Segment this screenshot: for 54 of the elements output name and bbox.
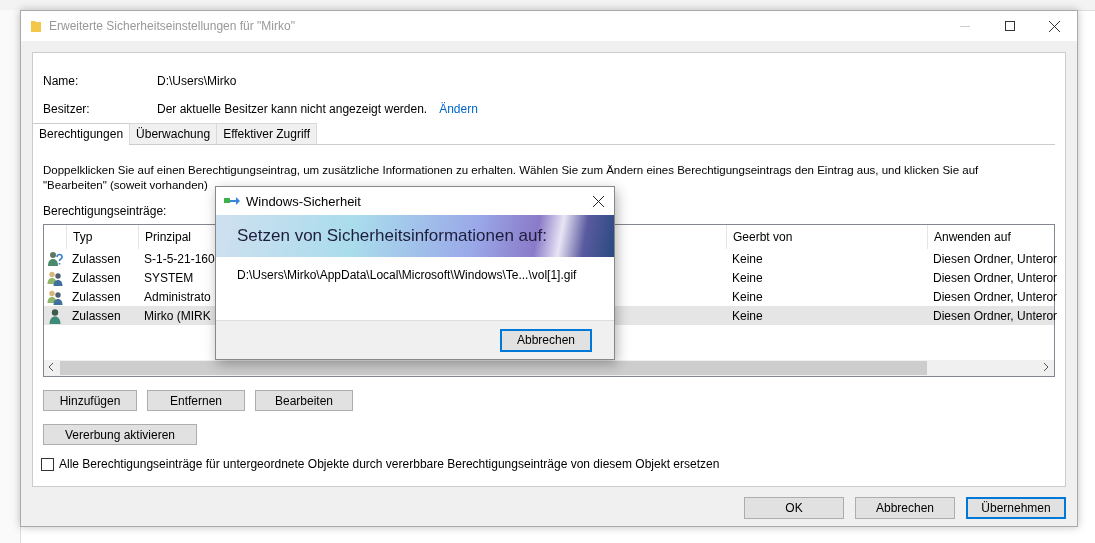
dialog-banner: Setzen von Sicherheitsinformationen auf:	[216, 215, 614, 257]
table-cell: Keine	[732, 270, 763, 285]
table-cell[interactable]: Zulassen	[72, 289, 121, 304]
table-cell: Administrato	[144, 289, 211, 304]
horizontal-scrollbar[interactable]	[44, 360, 1054, 376]
dialog-button[interactable]: Übernehmen	[966, 497, 1066, 519]
user-group-icon	[47, 288, 63, 305]
close-icon[interactable]	[1049, 20, 1060, 32]
table-cell: Diesen Ordner, Unteror	[933, 308, 1057, 323]
close-icon[interactable]	[593, 195, 604, 207]
table-cell[interactable]: Zulassen	[72, 251, 121, 266]
unknown-user-icon	[47, 250, 63, 267]
folder-icon	[31, 20, 41, 32]
name-value: D:\Users\Mirko	[157, 74, 237, 88]
table-cell[interactable]: Zulassen	[72, 308, 121, 323]
instructions-text: Doppelklicken Sie auf einen Berechtigungseintrag, um zusätzliche Informationen zu erhalten. Wählen Sie zum Ändern eines Berechtigungseintrags den Eintrag aus, und klicken Sie auf "Bearbeiten" (soweit vorhanden)	[43, 163, 980, 193]
entry-button[interactable]: Entfernen	[147, 390, 245, 411]
table-cell: Keine	[732, 251, 763, 266]
change-owner-link[interactable]: Ändern	[439, 102, 478, 116]
table-cell: Keine	[732, 289, 763, 304]
column-header[interactable]: Geerbt von	[726, 225, 927, 249]
tab[interactable]: Effektiver Zugriff	[216, 123, 318, 144]
user-icon	[47, 307, 63, 324]
table-cell: Diesen Ordner, Unteror	[933, 289, 1057, 304]
table-cell: Mirko (MIRK	[144, 308, 211, 323]
maximize-icon[interactable]	[1004, 21, 1015, 31]
name-label: Name:	[43, 74, 80, 88]
checkbox[interactable]	[41, 457, 54, 471]
owner-value: Der aktuelle Besitzer kann nicht angezeigt werden.	[157, 102, 428, 116]
entry-button[interactable]: Bearbeiten	[255, 390, 353, 411]
dialog-title: Windows-Sicherheit	[246, 193, 362, 209]
table-cell: SYSTEM	[144, 270, 194, 285]
table-cell: Diesen Ordner, Unteror	[933, 251, 1057, 266]
entry-button[interactable]: Hinzufügen	[43, 390, 137, 411]
column-header[interactable]: Typ	[66, 225, 138, 249]
window-title: Erweiterte Sicherheitseinstellungen für "Mirko"	[49, 19, 296, 33]
file-path: D:\Users\Mirko\AppData\Local\Microsoft\Windows\Te...\vol[1].gif	[237, 268, 577, 282]
tab[interactable]: Berechtigungen	[32, 123, 131, 145]
owner-label: Besitzer:	[43, 102, 91, 116]
column-header[interactable]: Anwenden auf	[927, 225, 1057, 249]
user-group-icon	[47, 269, 63, 286]
dialog-button[interactable]: Abbrechen	[855, 497, 955, 519]
tab[interactable]: Überwachung	[129, 123, 218, 144]
cancel-button[interactable]: Abbrechen	[500, 328, 592, 352]
scroll-right-icon[interactable]	[1043, 362, 1049, 372]
checkbox-label: Alle Berechtigungseinträge für untergeordnete Objekte durch vererbbare Berechtigungseinträge von diesem Objekt ersetzen	[59, 457, 720, 471]
entries-label: Berechtigungseinträge:	[43, 204, 168, 218]
table-cell[interactable]: Zulassen	[72, 270, 121, 285]
table-cell: S-1-5-21-160	[144, 251, 215, 266]
scroll-left-icon[interactable]	[48, 362, 54, 372]
table-cell: Keine	[732, 308, 763, 323]
table-cell: Diesen Ordner, Unteror	[933, 270, 1057, 285]
enable-inheritance-button[interactable]: Vererbung aktivieren	[43, 424, 197, 445]
dialog-button[interactable]: OK	[744, 497, 844, 519]
